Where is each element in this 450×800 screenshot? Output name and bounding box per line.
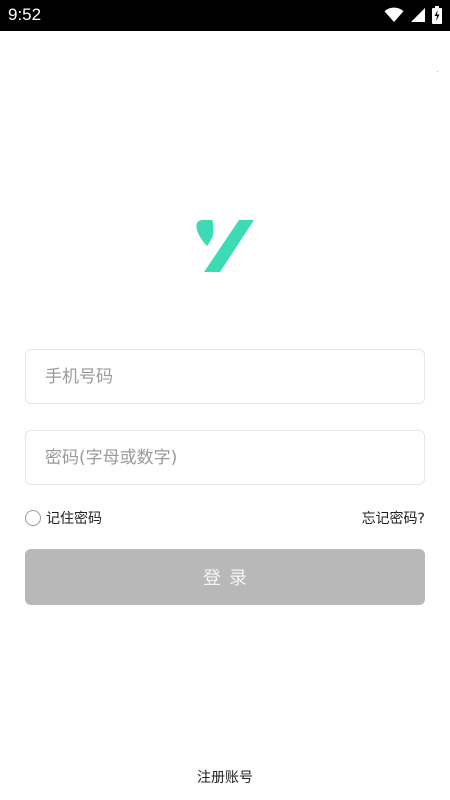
wifi-icon [384,7,404,23]
forgot-password-link[interactable]: 忘记密码? [362,508,425,528]
status-icons [384,5,442,25]
status-time: 9:52 [8,5,42,24]
status-bar: 9:52 [0,0,450,31]
login-screen: 9:52 手机号码 记住密码 忘记密码? 登录 注册账号 [0,0,450,800]
register-account-link[interactable]: 注册账号 [0,767,450,787]
password-input[interactable] [26,431,424,484]
phone-field [25,349,425,404]
battery-charging-icon [432,6,442,24]
password-field [25,430,425,485]
brand-logo [194,218,256,274]
brand-y-logo-icon [196,220,254,272]
phone-input[interactable] [26,350,424,403]
login-button-label: 登录 [203,568,255,589]
remember-radio[interactable] [25,510,41,526]
login-button[interactable]: 登录 [25,549,425,605]
cellular-signal-icon [410,7,426,23]
remember-password-toggle[interactable]: 记住密码 [25,507,102,529]
decorative-dot [437,71,438,72]
remember-password-label: 记住密码 [46,511,102,527]
